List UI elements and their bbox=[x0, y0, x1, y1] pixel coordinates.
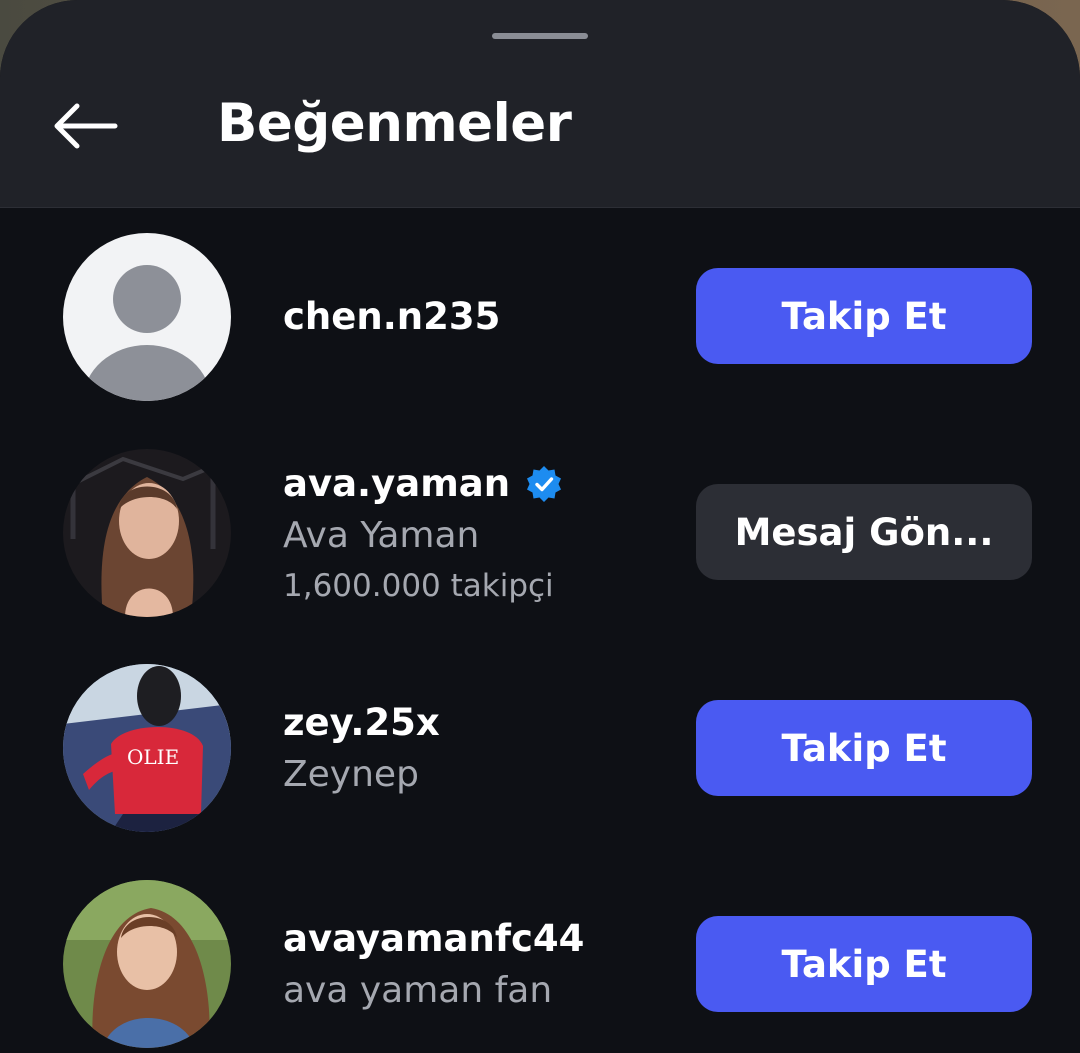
app-screen: Beğenmeler chen.n235 Takip Et ava.yaman … bbox=[0, 0, 1080, 1053]
default-avatar-icon[interactable] bbox=[63, 233, 231, 401]
send-message-button[interactable]: Mesaj Gön... bbox=[696, 484, 1032, 580]
liker-row-chen-n235[interactable]: chen.n235 Takip Et bbox=[0, 217, 1080, 417]
username-text[interactable]: ava.yaman bbox=[283, 462, 510, 506]
username-text[interactable]: avayamanfc44 bbox=[283, 917, 584, 961]
liker-row-zey-25x[interactable]: OLIE zey.25x Zeynep Takip Et bbox=[0, 648, 1080, 848]
verified-badge-icon bbox=[527, 466, 562, 502]
username[interactable]: zey.25x bbox=[283, 701, 440, 745]
back-button[interactable] bbox=[42, 90, 126, 162]
username[interactable]: ava.yaman bbox=[283, 462, 564, 506]
liker-row-avayamanfc44[interactable]: avayamanfc44 ava yaman fan Takip Et bbox=[0, 864, 1080, 1053]
avatar-ava-yaman[interactable] bbox=[63, 449, 231, 617]
liker-row-ava-yaman[interactable]: ava.yaman Ava Yaman 1,600.000 takipçi Me… bbox=[0, 433, 1080, 633]
sheet-header: Beğenmeler bbox=[0, 0, 1080, 208]
avatar-zey-25x[interactable]: OLIE bbox=[63, 664, 231, 832]
username-text[interactable]: chen.n235 bbox=[283, 295, 500, 339]
likes-bottom-sheet: Beğenmeler chen.n235 Takip Et ava.yaman … bbox=[0, 0, 1080, 1053]
username[interactable]: avayamanfc44 bbox=[283, 917, 584, 961]
page-title: Beğenmeler bbox=[217, 93, 572, 154]
username-text[interactable]: zey.25x bbox=[283, 701, 440, 745]
display-name: Zeynep bbox=[283, 754, 419, 795]
follow-button[interactable]: Takip Et bbox=[696, 268, 1032, 364]
display-name: ava yaman fan bbox=[283, 970, 553, 1011]
follow-button[interactable]: Takip Et bbox=[696, 916, 1032, 1012]
username[interactable]: chen.n235 bbox=[283, 295, 500, 339]
drag-handle[interactable] bbox=[492, 33, 588, 39]
svg-text:OLIE: OLIE bbox=[127, 745, 179, 769]
display-name: Ava Yaman bbox=[283, 515, 480, 556]
avatar-avayamanfc44[interactable] bbox=[63, 880, 231, 1048]
follower-count: 1,600.000 takipçi bbox=[283, 568, 554, 604]
arrow-left-icon bbox=[54, 103, 118, 149]
follow-button[interactable]: Takip Et bbox=[696, 700, 1032, 796]
